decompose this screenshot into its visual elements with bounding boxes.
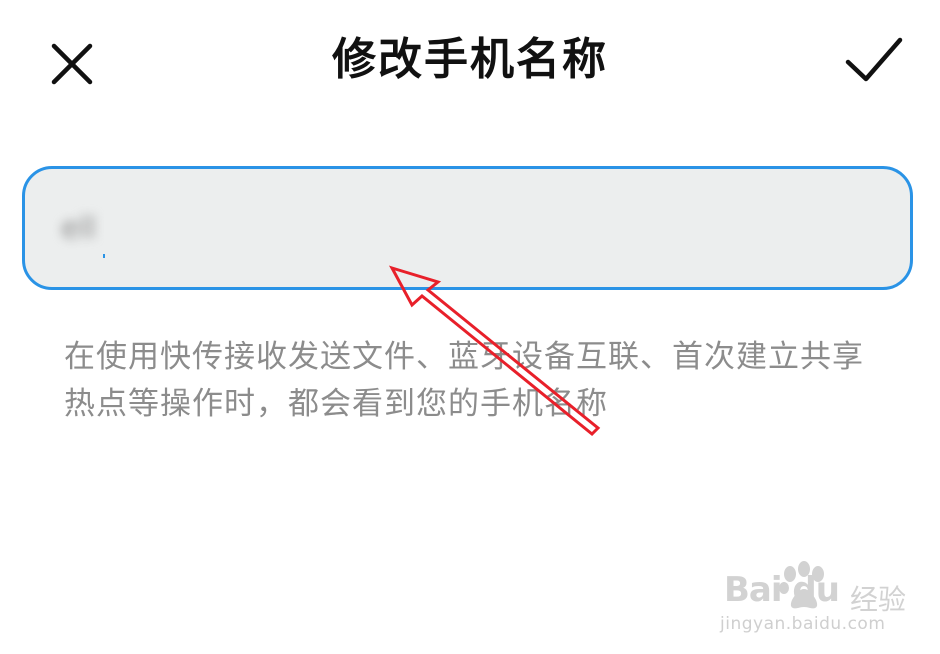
- baidu-watermark: Bai du 经验 jingyan.baidu.com: [718, 556, 918, 640]
- page-title: 修改手机名称: [332, 34, 608, 85]
- watermark-cn: 经验: [850, 583, 907, 616]
- check-icon: [845, 37, 903, 82]
- phone-name-value: ell: [61, 211, 97, 246]
- text-caret: [103, 254, 105, 258]
- description-text: 在使用快传接收发送文件、蓝牙设备互联、首次建立共享热点等操作时，都会看到您的手机…: [64, 339, 864, 422]
- watermark-url: jingyan.baidu.com: [720, 614, 886, 634]
- header-bar: 修改手机名称: [0, 0, 940, 120]
- confirm-button[interactable]: [840, 32, 906, 92]
- paw-icon: [779, 561, 824, 609]
- rename-phone-screen: 修改手机名称 ell 在使用快传接收发送文件、蓝牙设备互联、首次建立共享热点等操…: [0, 0, 940, 654]
- phone-name-input[interactable]: ell: [22, 166, 913, 290]
